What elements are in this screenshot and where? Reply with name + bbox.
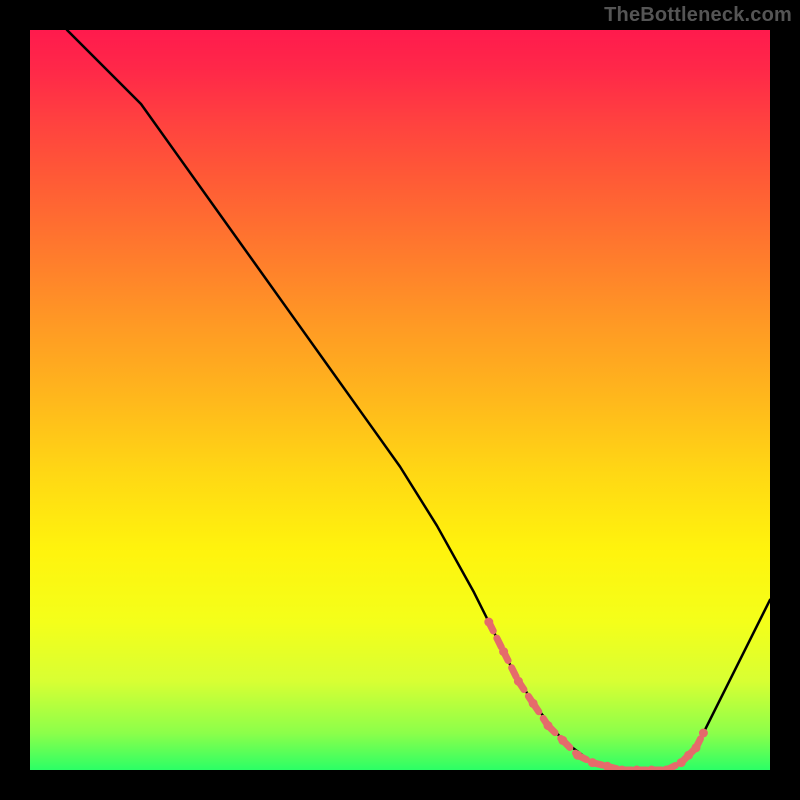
bottleneck-curve-line [67, 30, 770, 770]
highlight-dash [607, 766, 622, 770]
curve-layer [30, 30, 770, 770]
highlight-dash [489, 622, 504, 652]
highlight-dash [533, 703, 548, 725]
highlight-dash [592, 763, 607, 767]
highlight-dot [647, 766, 656, 771]
highlight-dash [681, 755, 688, 762]
plot-area [30, 30, 770, 770]
highlight-dot [632, 766, 641, 771]
highlight-dash [689, 748, 696, 755]
watermark-text: TheBottleneck.com [604, 4, 792, 27]
highlight-dot [544, 721, 553, 730]
highlight-dot [573, 751, 582, 760]
highlight-dash [548, 726, 563, 741]
highlight-dot [529, 699, 538, 708]
chart-frame: TheBottleneck.com [0, 0, 800, 800]
highlight-dot [684, 751, 693, 760]
highlight-dot [499, 647, 508, 656]
highlight-dot [677, 758, 686, 767]
highlight-dot [588, 758, 597, 767]
highlight-dash [666, 763, 681, 770]
highlight-dash [504, 652, 519, 682]
highlight-dot [699, 729, 708, 738]
highlight-dot [662, 766, 671, 771]
highlight-dot [484, 618, 493, 627]
highlight-plateau-markers [484, 618, 708, 771]
highlight-dot [692, 743, 701, 752]
highlight-dot [618, 766, 627, 771]
highlight-dash [563, 740, 578, 755]
highlight-dash [518, 681, 533, 703]
highlight-dash [578, 755, 593, 762]
highlight-dash [696, 733, 703, 748]
highlight-dot [514, 677, 523, 686]
highlight-dot [603, 762, 612, 770]
highlight-dot [558, 736, 567, 745]
